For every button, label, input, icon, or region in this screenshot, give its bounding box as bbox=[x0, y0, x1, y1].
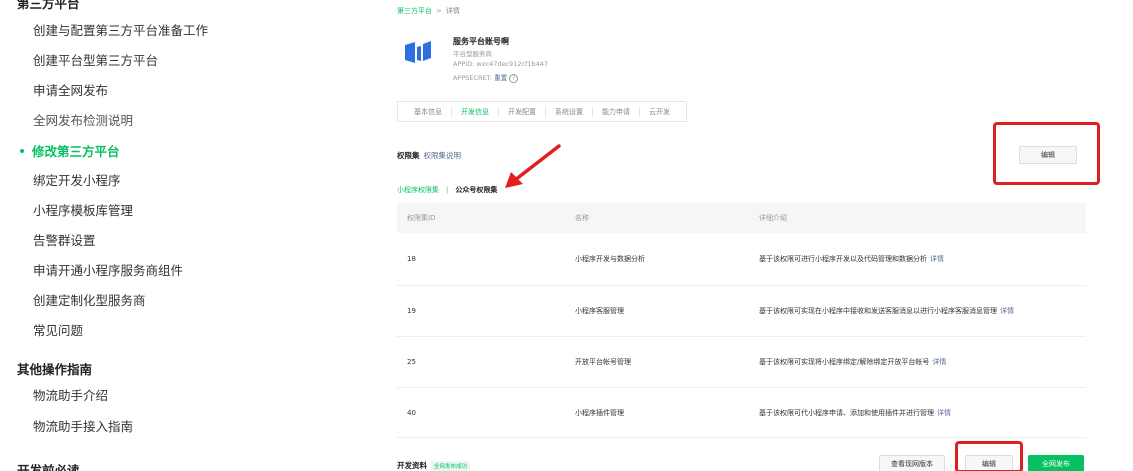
sidebar-item-faq[interactable]: 常见问题 bbox=[33, 320, 83, 339]
sidebar-section-third-party[interactable]: 第三方平台 bbox=[17, 0, 80, 12]
view-live-version-button[interactable]: 查看现网版本 bbox=[879, 455, 945, 471]
account-name: 服务平台账号啊 bbox=[453, 37, 509, 46]
permissions-help-link[interactable]: 权限集说明 bbox=[424, 151, 462, 160]
breadcrumb-root[interactable]: 第三方平台 bbox=[397, 7, 432, 15]
platform-logo-icon bbox=[405, 41, 431, 63]
dev-resources-title-text: 开发资料 bbox=[397, 461, 427, 470]
highlight-box-edit-bottom bbox=[955, 441, 1023, 471]
cell-id: 18 bbox=[407, 255, 416, 263]
active-dot-icon bbox=[20, 148, 24, 153]
sidebar-nav: 第三方平台 创建与配置第三方平台准备工作 创建平台型第三方平台 申请全网发布 全… bbox=[0, 0, 360, 471]
cell-desc-text: 基于该权限可进行小程序开发以及代码管理和数据分析 bbox=[759, 255, 927, 263]
detail-link[interactable]: 详情 bbox=[930, 255, 944, 263]
cell-desc-text: 基于该权限可代小程序申请、添加和使用插件并进行管理 bbox=[759, 408, 934, 417]
global-publish-button[interactable]: 全网发布 bbox=[1028, 455, 1084, 471]
detail-link[interactable]: 详情 bbox=[937, 409, 951, 417]
table-header: 权限集ID 名称 详细介绍 bbox=[397, 203, 1086, 233]
breadcrumb-current: 详情 bbox=[445, 7, 460, 15]
account-appsecret: APPSECRET: 重置? bbox=[453, 72, 519, 83]
sidebar-item-alert-group[interactable]: 告警群设置 bbox=[33, 230, 96, 249]
sidebar-item-modify-platform[interactable]: 修改第三方平台 bbox=[20, 141, 120, 160]
column-header-name: 名称 bbox=[575, 214, 589, 222]
table-row: 18 小程序开发与数据分析 基于该权限可进行小程序开发以及代码管理和数据分析 详情 bbox=[397, 233, 1086, 286]
table-row: 19 小程序客服管理 基于该权限可实现在小程序中接收和发送客服消息以进行小程序客… bbox=[397, 286, 1086, 337]
subtab-official-permissions[interactable]: 公众号权限集 bbox=[455, 186, 497, 194]
breadcrumb-separator: > bbox=[436, 7, 442, 15]
cell-desc-text: 基于该权限可实现在小程序中接收和发送客服消息以进行小程序客服消息管理 bbox=[759, 307, 997, 315]
cell-desc: 基于该权限可进行小程序开发以及代码管理和数据分析 详情 bbox=[759, 254, 1086, 264]
table-row: 25 开放平台帐号管理 基于该权限可实现将小程序绑定/解除绑定开放平台帐号 详情 bbox=[397, 337, 1086, 388]
help-icon[interactable]: ? bbox=[509, 74, 519, 83]
reset-secret-link[interactable]: 重置 bbox=[494, 74, 507, 82]
sidebar-item-bind-miniapp[interactable]: 绑定开发小程序 bbox=[33, 170, 121, 189]
column-header-id: 权限集ID bbox=[407, 214, 436, 222]
permissions-title-text: 权限集 bbox=[397, 151, 420, 160]
cell-desc: 基于该权限可实现在小程序中接收和发送客服消息以进行小程序客服消息管理 详情 bbox=[759, 306, 1086, 316]
account-appid: APPID: wxc47dec912cf1b447 bbox=[453, 60, 548, 68]
detail-tabs: 基本信息 开发信息 开发配置 系统设置 能力申请 云开发 bbox=[397, 101, 687, 122]
arrow-annotation-icon bbox=[505, 144, 561, 188]
tab-capability-apply[interactable]: 能力申请 bbox=[593, 106, 640, 117]
tab-dev-info[interactable]: 开发信息 bbox=[452, 106, 499, 117]
cell-name: 小程序插件管理 bbox=[575, 408, 624, 417]
appsecret-label: APPSECRET: bbox=[453, 74, 493, 82]
tab-system-settings[interactable]: 系统设置 bbox=[546, 106, 593, 117]
sidebar-section-dev-read[interactable]: 开发前必读 bbox=[17, 460, 80, 471]
sidebar-section-other[interactable]: 其他操作指南 bbox=[17, 359, 92, 378]
cell-id: 19 bbox=[407, 307, 416, 315]
table-row: 40 小程序插件管理 基于该权限可代小程序申请、添加和使用插件并进行管理 详情 bbox=[397, 388, 1086, 438]
subtab-miniapp-permissions[interactable]: 小程序权限集 bbox=[397, 186, 439, 194]
sidebar-item-component[interactable]: 申请开通小程序服务商组件 bbox=[33, 260, 183, 279]
highlight-box-edit bbox=[993, 122, 1100, 185]
account-type: 平台型服务商 bbox=[453, 50, 492, 58]
sidebar-item-prepare[interactable]: 创建与配置第三方平台准备工作 bbox=[33, 20, 208, 39]
main-content: 第三方平台 > 详情 服务平台账号啊 平台型服务商 APPID: wxc47dec9… bbox=[397, 0, 1097, 471]
sidebar-item-label: 修改第三方平台 bbox=[32, 144, 120, 159]
sidebar-item-create-platform[interactable]: 创建平台型第三方平台 bbox=[33, 50, 158, 69]
cell-name: 开放平台帐号管理 bbox=[575, 358, 631, 366]
tab-basic-info[interactable]: 基本信息 bbox=[405, 106, 452, 117]
tab-cloud-dev[interactable]: 云开发 bbox=[640, 107, 679, 117]
permissions-title: 权限集 权限集说明 bbox=[397, 150, 461, 161]
cell-name: 小程序客服管理 bbox=[575, 307, 624, 315]
permission-subtabs: 小程序权限集 | 公众号权限集 bbox=[397, 185, 497, 195]
column-header-desc: 详细介绍 bbox=[759, 214, 787, 222]
breadcrumb: 第三方平台 > 详情 bbox=[397, 6, 460, 16]
cell-id: 40 bbox=[407, 408, 416, 417]
sidebar-item-apply-publish[interactable]: 申请全网发布 bbox=[33, 80, 108, 99]
tab-dev-config[interactable]: 开发配置 bbox=[499, 106, 546, 117]
cell-desc: 基于该权限可代小程序申请、添加和使用插件并进行管理 详情 bbox=[759, 408, 1086, 418]
dev-resources-title: 开发资料 全网发布成功 bbox=[397, 460, 471, 471]
sidebar-item-logistics-guide[interactable]: 物流助手接入指南 bbox=[33, 416, 133, 435]
sidebar-item-custom-provider[interactable]: 创建定制化型服务商 bbox=[33, 290, 146, 309]
detail-link[interactable]: 详情 bbox=[932, 358, 946, 366]
status-badge: 全网发布成功 bbox=[431, 461, 471, 471]
detail-link[interactable]: 详情 bbox=[1000, 307, 1014, 315]
subtab-separator: | bbox=[446, 186, 449, 194]
permissions-table: 权限集ID 名称 详细介绍 18 小程序开发与数据分析 基于该权限可进行小程序开… bbox=[397, 203, 1086, 438]
cell-desc-text: 基于该权限可实现将小程序绑定/解除绑定开放平台帐号 bbox=[759, 358, 930, 366]
sidebar-item-template-library[interactable]: 小程序模板库管理 bbox=[33, 200, 133, 219]
cell-id: 25 bbox=[407, 358, 416, 366]
sidebar-item-logistics-intro[interactable]: 物流助手介绍 bbox=[33, 385, 108, 404]
cell-desc: 基于该权限可实现将小程序绑定/解除绑定开放平台帐号 详情 bbox=[759, 357, 1086, 367]
sidebar-item-publish-check[interactable]: 全网发布检测说明 bbox=[33, 110, 133, 129]
cell-name: 小程序开发与数据分析 bbox=[575, 255, 645, 263]
